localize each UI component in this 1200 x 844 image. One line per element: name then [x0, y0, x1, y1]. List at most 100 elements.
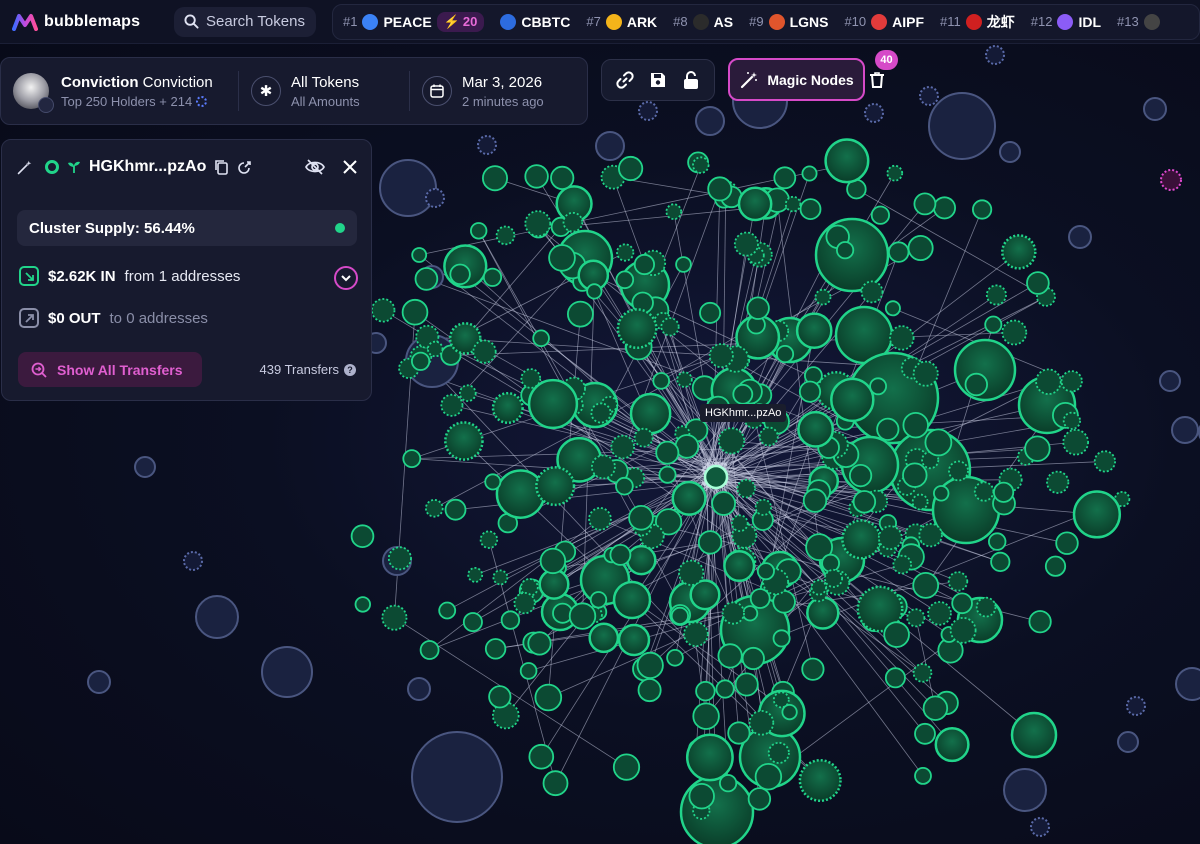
cluster-bubble[interactable] — [617, 155, 644, 182]
cluster-bubble[interactable] — [628, 504, 654, 531]
show-all-transfers-button[interactable]: Show All Transfers — [18, 352, 202, 387]
cluster-bubble[interactable] — [758, 426, 779, 447]
cluster-bubble[interactable] — [589, 591, 608, 609]
cluster-bubble[interactable] — [615, 476, 634, 496]
cluster-bubble[interactable] — [685, 733, 734, 782]
cluster-bubble[interactable] — [841, 519, 882, 560]
holder-bubble[interactable] — [195, 595, 239, 639]
cluster-bubble[interactable] — [658, 465, 677, 484]
holder-bubble[interactable] — [379, 159, 437, 217]
cluster-bubble[interactable] — [671, 480, 707, 516]
cluster-bubble[interactable] — [458, 384, 477, 403]
save-button[interactable] — [644, 66, 672, 94]
holder-bubble[interactable] — [477, 135, 497, 155]
cluster-bubble[interactable] — [947, 571, 969, 592]
cluster-bubble[interactable] — [767, 741, 790, 764]
cluster-bubble[interactable] — [798, 758, 842, 803]
cluster-bubble[interactable] — [652, 372, 670, 390]
cluster-bubble[interactable] — [723, 549, 756, 583]
cluster-bubble[interactable] — [733, 231, 759, 257]
cluster-bubble[interactable] — [482, 267, 503, 287]
cluster-bubble[interactable] — [513, 591, 536, 615]
logo[interactable]: bubblemaps — [12, 13, 162, 31]
cluster-bubble[interactable] — [801, 165, 818, 182]
cluster-bubble[interactable] — [975, 596, 997, 618]
cluster-bubble[interactable] — [747, 787, 772, 811]
cluster-bubble[interactable] — [821, 553, 840, 573]
cluster-bubble[interactable] — [711, 491, 736, 516]
cluster-bubble[interactable] — [414, 267, 439, 291]
cluster-bubble[interactable] — [737, 186, 773, 222]
cluster-bubble[interactable] — [927, 601, 952, 626]
cluster-bubble[interactable] — [746, 296, 770, 320]
magic-nodes-button[interactable]: Magic Nodes — [728, 58, 865, 101]
cluster-bubble[interactable] — [1072, 490, 1122, 539]
cluster-bubble[interactable] — [528, 743, 555, 770]
holder-bubble[interactable] — [411, 731, 503, 823]
cluster-bubble[interactable] — [660, 317, 680, 337]
trending-token-item[interactable]: #13 — [1117, 13, 1160, 30]
copy-icon[interactable] — [214, 159, 229, 175]
cluster-bubble[interactable] — [481, 165, 508, 192]
link-button[interactable] — [611, 66, 639, 94]
cluster-bubble[interactable] — [424, 498, 444, 518]
cluster-bubble[interactable] — [616, 308, 658, 350]
hide-eye-icon[interactable] — [305, 158, 325, 176]
cluster-bubble[interactable] — [884, 300, 901, 317]
holder-bubble[interactable] — [425, 188, 445, 208]
cluster-bubble[interactable] — [902, 462, 928, 488]
cluster-bubble[interactable] — [985, 284, 1007, 306]
cluster-bubble[interactable] — [924, 428, 953, 457]
cluster-bubble[interactable] — [708, 343, 734, 369]
cluster-bubble[interactable] — [633, 253, 656, 276]
cluster-bubble[interactable] — [886, 164, 904, 182]
cluster-bubble[interactable] — [736, 478, 756, 499]
cluster-bubble[interactable] — [550, 165, 575, 190]
cluster-bubble[interactable] — [799, 198, 822, 221]
cluster-bubble[interactable] — [830, 377, 875, 423]
cluster-bubble[interactable] — [754, 498, 773, 516]
cluster-bubble[interactable] — [491, 391, 524, 425]
cluster-bubble[interactable] — [568, 602, 597, 630]
cluster-bubble[interactable] — [933, 196, 957, 220]
cluster-bubble[interactable] — [548, 244, 576, 272]
cluster-bubble[interactable] — [387, 546, 412, 571]
selected-bubble[interactable] — [703, 464, 729, 490]
cluster-bubble[interactable] — [835, 241, 855, 260]
cluster-bubble[interactable] — [616, 243, 635, 262]
cluster-bubble[interactable] — [444, 498, 467, 521]
cluster-bubble[interactable] — [637, 678, 662, 703]
cluster-bubble[interactable] — [717, 427, 746, 455]
cluster-bubble[interactable] — [902, 412, 929, 439]
cluster-bubble[interactable] — [542, 770, 569, 797]
cluster-bubble[interactable] — [1062, 428, 1089, 456]
cluster-bubble[interactable] — [707, 176, 733, 202]
holder-bubble[interactable] — [87, 670, 111, 694]
trending-token-item[interactable]: #11 龙虾 — [940, 12, 1015, 32]
cluster-bubble[interactable] — [381, 604, 408, 631]
holder-bubble[interactable] — [985, 45, 1005, 65]
cluster-bubble[interactable] — [692, 702, 720, 730]
cluster-bubble[interactable] — [741, 646, 765, 671]
holder-bubble[interactable] — [1117, 731, 1139, 753]
cluster-bubble[interactable] — [814, 288, 832, 306]
cluster-bubble[interactable] — [810, 579, 827, 596]
cluster-bubble[interactable] — [462, 612, 483, 633]
cluster-bubble[interactable] — [427, 340, 444, 358]
cluster-bubble[interactable] — [888, 241, 910, 263]
cluster-bubble[interactable] — [527, 631, 552, 656]
cluster-bubble[interactable] — [948, 460, 969, 482]
cluster-bubble[interactable] — [922, 695, 949, 721]
trending-token-item[interactable]: #1 PEACE ⚡ 20 — [343, 11, 485, 32]
external-link-icon[interactable] — [237, 160, 252, 175]
cluster-bubble[interactable] — [492, 569, 509, 586]
cluster-bubble[interactable] — [1001, 319, 1028, 346]
cluster-bubble[interactable] — [802, 488, 828, 513]
cluster-bubble[interactable] — [534, 683, 563, 712]
trending-token-item[interactable]: #10 AIPF — [844, 13, 924, 30]
cluster-bubble[interactable] — [911, 493, 929, 511]
cluster-bubble[interactable] — [912, 360, 939, 387]
cluster-bubble[interactable] — [869, 377, 887, 396]
holder-bubble[interactable] — [595, 131, 625, 161]
trending-token-item[interactable]: #9 LGNS — [749, 13, 828, 30]
